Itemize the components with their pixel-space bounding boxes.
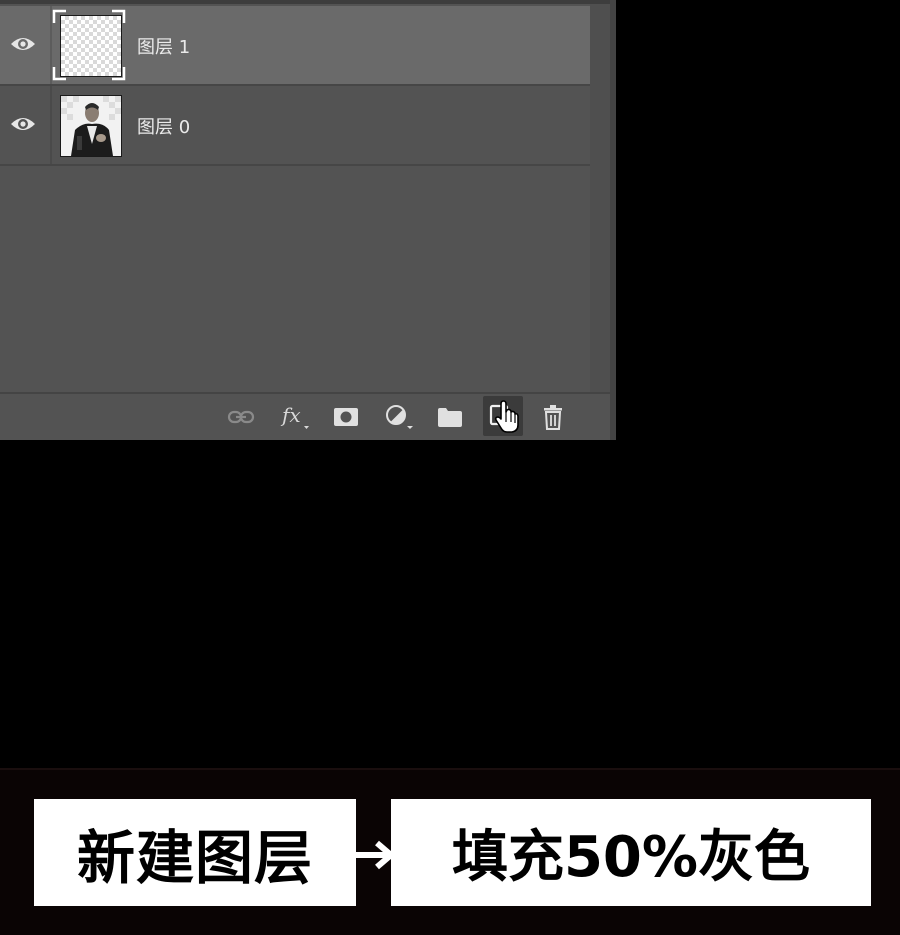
- layer-name[interactable]: 图层 0: [137, 113, 190, 139]
- adjustment-layer-icon[interactable]: [382, 402, 414, 432]
- new-layer-icon[interactable]: [483, 396, 523, 436]
- new-layer-button[interactable]: [483, 396, 523, 436]
- row-divider: [0, 164, 590, 166]
- eye-icon[interactable]: [9, 34, 37, 54]
- scrollbar[interactable]: [590, 4, 610, 392]
- link-layers-icon[interactable]: [225, 402, 257, 432]
- new-group-icon[interactable]: [434, 402, 466, 432]
- fx-icon[interactable]: fx: [278, 402, 310, 432]
- eye-icon[interactable]: [9, 114, 37, 134]
- layer-row-layer-1[interactable]: 图层 1: [0, 6, 590, 84]
- selection-corner-brackets: [52, 9, 126, 81]
- layer-row-layer-0[interactable]: 图层 0: [0, 86, 590, 164]
- panel-top-edge: [0, 0, 616, 4]
- caption-step-fill-gray: 填充50%灰色: [391, 799, 871, 906]
- add-mask-icon[interactable]: [330, 402, 362, 432]
- layer-thumbnail-portrait[interactable]: [60, 95, 122, 157]
- panel-right-border: [610, 0, 616, 440]
- eye-column-divider: [50, 86, 52, 164]
- trash-icon[interactable]: [537, 402, 569, 432]
- layers-panel: 图层 1 图层 0 fx: [0, 0, 616, 440]
- svg-text:fx: fx: [280, 403, 301, 427]
- caption-step-new-layer: 新建图层: [34, 799, 356, 906]
- layer-name[interactable]: 图层 1: [137, 33, 190, 59]
- layers-toolbar: fx: [0, 392, 610, 440]
